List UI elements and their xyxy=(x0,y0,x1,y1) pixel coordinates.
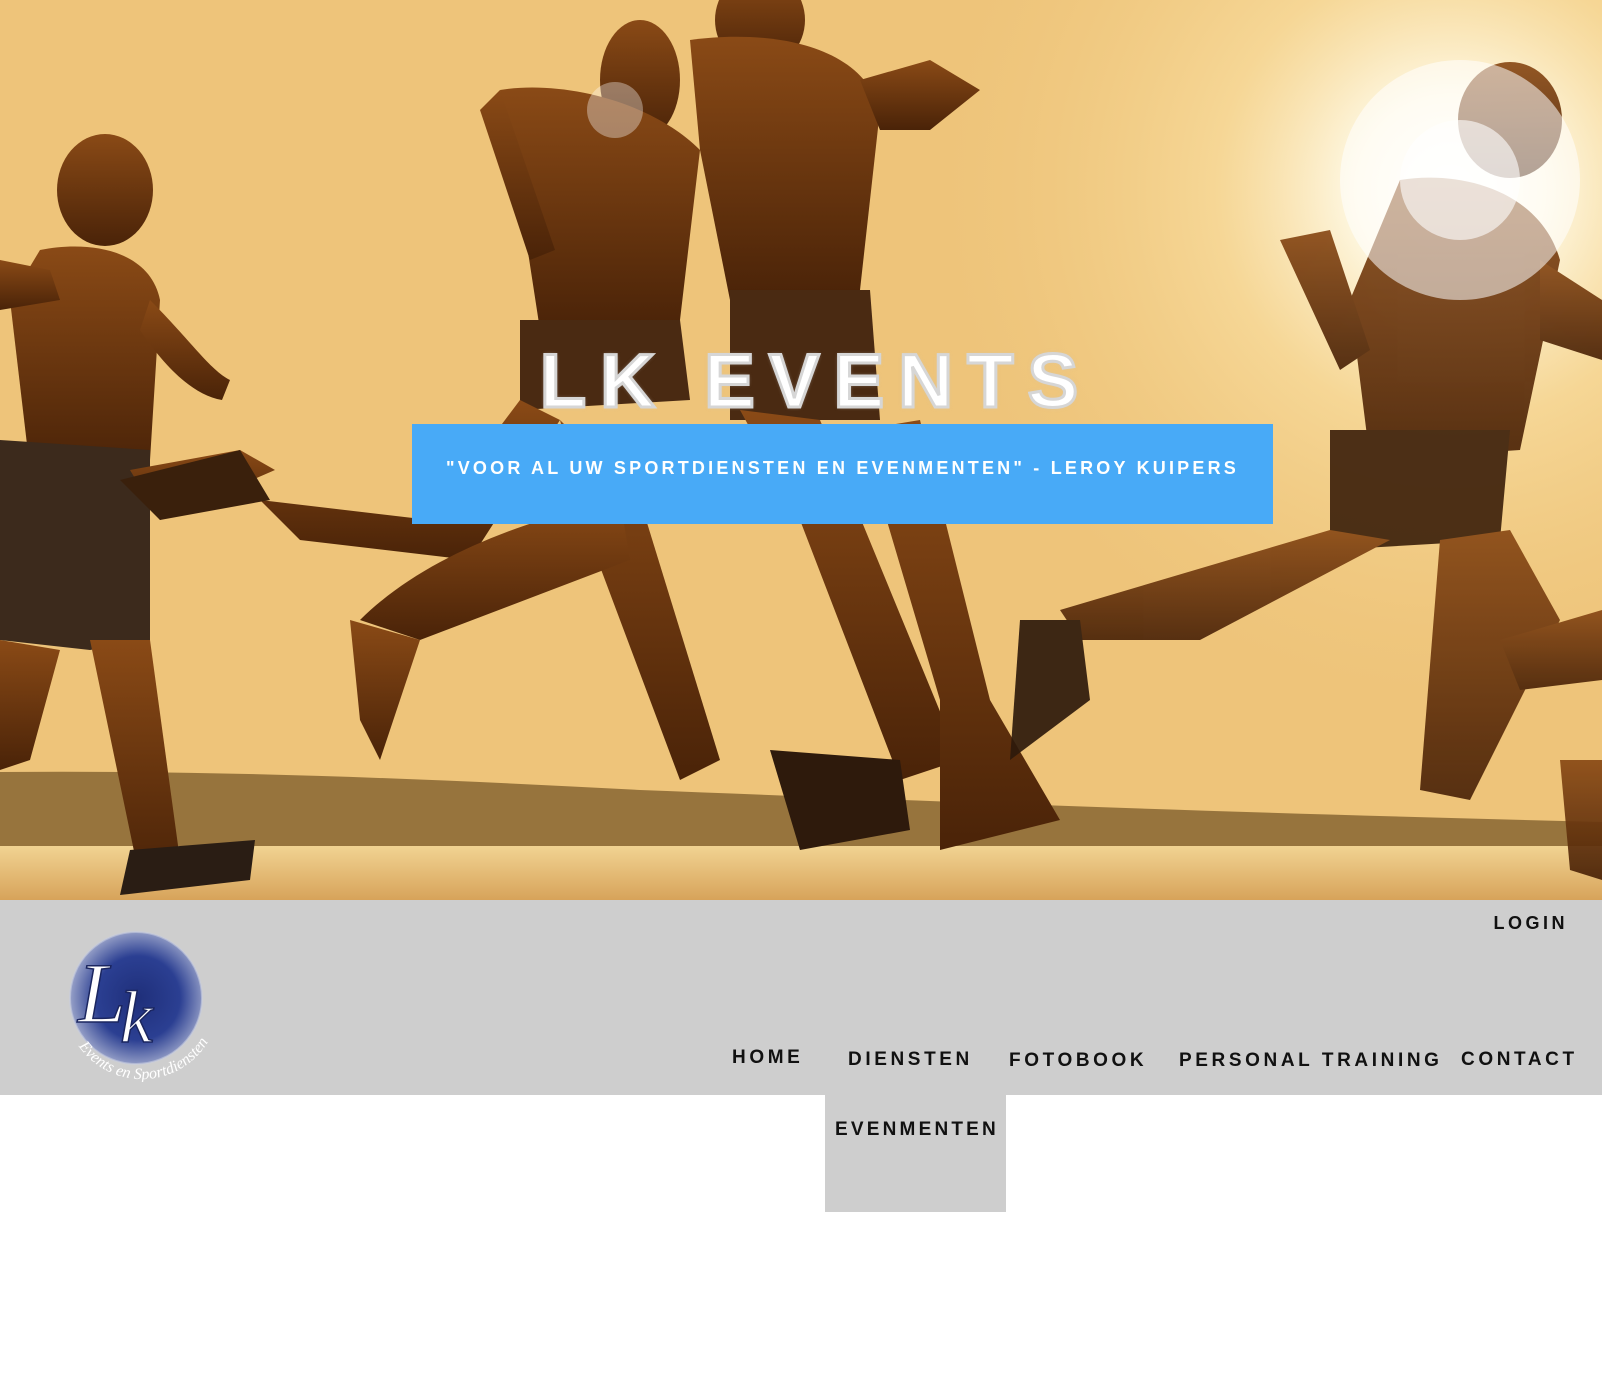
nav-item-fotobook[interactable]: FOTOBOOK xyxy=(1009,1050,1147,1072)
diensten-dropdown: EVENMENTEN xyxy=(825,1095,1006,1212)
hero-tagline-box: "VOOR AL UW SPORTDIENSTEN EN EVENMENTEN"… xyxy=(412,424,1273,524)
hero-title: LK EVENTS xyxy=(538,338,1093,426)
login-link[interactable]: LOGIN xyxy=(1494,913,1569,934)
nav-item-home[interactable]: HOME xyxy=(732,1047,803,1069)
svg-text:L: L xyxy=(76,945,126,1041)
nav-item-contact[interactable]: CONTACT xyxy=(1461,1049,1578,1071)
page: LK EVENTS "VOOR AL UW SPORTDIENSTEN EN E… xyxy=(0,0,1602,1388)
svg-text:k: k xyxy=(120,977,154,1059)
hero-tagline: "VOOR AL UW SPORTDIENSTEN EN EVENMENTEN"… xyxy=(445,457,1239,478)
dropdown-item-evenmenten[interactable]: EVENMENTEN xyxy=(835,1119,999,1141)
hero-banner: LK EVENTS "VOOR AL UW SPORTDIENSTEN EN E… xyxy=(0,0,1602,900)
nav-item-personal-training[interactable]: PERSONAL TRAINING xyxy=(1179,1050,1443,1072)
nav-item-diensten[interactable]: DIENSTEN xyxy=(848,1049,973,1071)
lk-logo-icon[interactable]: L k Events en Sportdiensten xyxy=(58,922,218,1083)
